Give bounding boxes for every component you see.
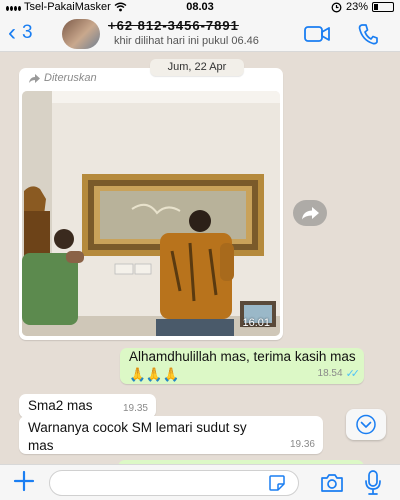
camera-icon[interactable]	[320, 473, 344, 493]
contact-name[interactable]: +62 812-3456-7891	[108, 18, 239, 33]
status-right: 23%	[331, 1, 394, 13]
message-input[interactable]	[49, 470, 299, 496]
forwarded-text: Diteruskan	[44, 72, 97, 84]
photo-image	[22, 91, 280, 336]
mic-icon[interactable]	[364, 470, 382, 496]
image-timestamp: 16.01	[242, 317, 270, 329]
last-seen-status[interactable]: khir dilihat hari ini pukul 06.46	[114, 35, 259, 47]
forwarded-icon	[29, 73, 40, 83]
photo[interactable]: 16.01	[22, 91, 280, 336]
chat-header: ‹ 3 +62 812-3456-7891 khir dilihat hari …	[0, 16, 400, 52]
forwarded-label: Diteruskan	[29, 72, 97, 84]
message-bubble-incoming[interactable]: Sma2 mas 19.35	[19, 394, 156, 418]
scroll-to-bottom-button[interactable]	[346, 409, 386, 440]
date-separator: Jum, 22 Apr	[150, 59, 244, 76]
message-time: 18.54	[317, 368, 343, 379]
alarm-icon	[331, 2, 342, 12]
message-bubble-incoming[interactable]: Warnanya cocok SM lemari sudut sy mas 19…	[19, 416, 323, 454]
message-meta: 19.36	[290, 439, 315, 450]
composer-bar	[0, 464, 400, 500]
scroll-down-icon	[356, 414, 376, 435]
back-chevron-icon: ‹	[8, 19, 16, 46]
battery-percent: 23%	[345, 1, 368, 13]
image-message-bubble[interactable]: Diteruskan 16.01	[19, 68, 283, 340]
chat-area[interactable]: Diteruskan 16.01 Jum, 22 Apr Alhamdhulil…	[0, 52, 400, 468]
unread-count: 3	[22, 22, 33, 43]
message-meta: 19.35	[123, 403, 148, 414]
plus-icon[interactable]	[12, 469, 36, 493]
read-receipt-icon: ✓✓	[345, 368, 361, 380]
battery-fill	[374, 4, 378, 10]
video-call-icon[interactable]	[304, 25, 330, 43]
phone-icon[interactable]	[358, 23, 378, 45]
status-bar: Tsel-PakaiMasker 08.03 23%	[0, 0, 400, 16]
avatar[interactable]	[62, 19, 100, 49]
sticker-icon[interactable]	[268, 474, 286, 492]
message-text: Warnanya cocok SM lemari sudut sy mas	[28, 420, 247, 453]
forward-button[interactable]	[293, 200, 327, 226]
battery-icon	[372, 2, 394, 12]
message-time: 19.36	[289, 439, 315, 450]
message-bubble-outgoing[interactable]: Alhamdhulillah mas, terima kasih mas🙏🙏🙏 …	[120, 348, 364, 384]
message-time: 19.35	[122, 403, 148, 414]
message-meta: 18.54 ✓✓	[317, 367, 361, 380]
forward-icon	[302, 207, 319, 220]
back-button[interactable]: ‹ 3	[8, 21, 33, 45]
